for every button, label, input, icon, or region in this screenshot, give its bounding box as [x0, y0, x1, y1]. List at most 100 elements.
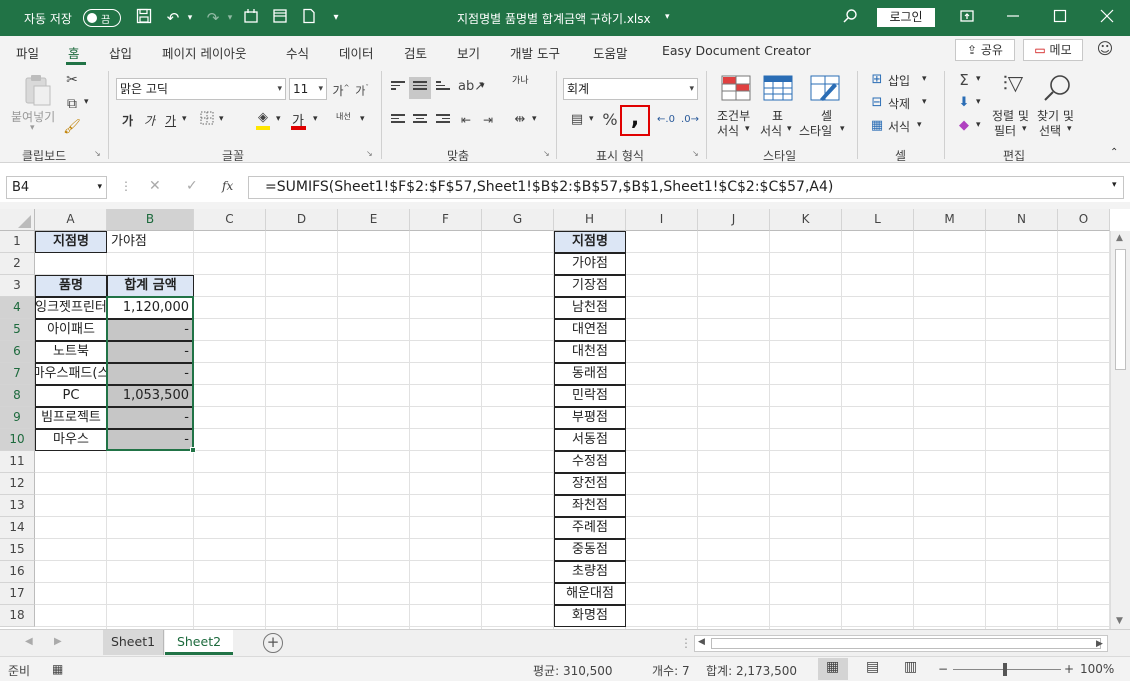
- sheet-tab-sheet2[interactable]: Sheet2: [165, 630, 233, 655]
- cell-amount[interactable]: -: [107, 407, 194, 429]
- new-file-icon[interactable]: [241, 8, 261, 28]
- table-icon[interactable]: [270, 8, 290, 28]
- fill-color-dropdown-icon[interactable]: ▾: [276, 114, 281, 124]
- cell-item-name[interactable]: 마우스: [35, 429, 107, 451]
- formula-input[interactable]: =SUMIFS(Sheet1!$F$2:$F$57,Sheet1!$B$2:$B…: [248, 176, 1124, 199]
- paste-dropdown-icon[interactable]: ▾: [30, 123, 35, 133]
- tab-help[interactable]: 도움말: [593, 43, 628, 62]
- sum-readout[interactable]: 합계: 2,173,500: [706, 662, 797, 679]
- conditional-formatting-label-2[interactable]: 서식: [717, 122, 739, 139]
- accounting-format-icon[interactable]: ▤: [567, 111, 587, 129]
- customize-qat-icon[interactable]: ▾: [326, 8, 346, 28]
- name-box[interactable]: B4 ▾: [6, 176, 107, 199]
- merge-center-icon[interactable]: ⇹: [510, 111, 530, 129]
- format-cells-label[interactable]: 서식: [888, 118, 910, 135]
- expand-formula-bar-icon[interactable]: ▾: [1112, 180, 1117, 190]
- normal-view-icon[interactable]: ▦: [826, 659, 839, 675]
- sort-dropdown-icon[interactable]: ▾: [1022, 124, 1027, 134]
- comments-button[interactable]: ▭ 메모: [1023, 39, 1083, 61]
- copy-icon[interactable]: ⧉: [62, 95, 82, 113]
- cell-branch-name[interactable]: 중동점: [554, 539, 626, 561]
- cell-styles-dropdown-icon[interactable]: ▾: [840, 124, 845, 134]
- find-select-icon[interactable]: [1042, 73, 1072, 103]
- paste-icon[interactable]: [20, 73, 54, 106]
- cell-branch-name[interactable]: 장전점: [554, 473, 626, 495]
- tab-view[interactable]: 보기: [457, 43, 480, 62]
- scroll-up-icon[interactable]: ▲: [1116, 233, 1123, 243]
- horizontal-scroll-thumb[interactable]: [711, 638, 1101, 649]
- sheet-tab-sheet1[interactable]: Sheet1: [103, 630, 164, 655]
- cell-amount[interactable]: -: [107, 341, 194, 363]
- autosum-dropdown-icon[interactable]: ▾: [976, 74, 981, 84]
- sort-filter-icon[interactable]: ⫶▽: [998, 73, 1028, 100]
- increase-decimal-icon[interactable]: ←.0: [656, 111, 676, 129]
- cell-amount[interactable]: -: [107, 363, 194, 385]
- page-layout-view-icon[interactable]: ▤: [866, 659, 879, 675]
- insert-cells-icon[interactable]: ⊞: [867, 71, 887, 89]
- cell-branch-name[interactable]: 동래점: [554, 363, 626, 385]
- clear-icon[interactable]: ◆: [954, 117, 974, 135]
- minimize-icon[interactable]: [1003, 8, 1023, 28]
- number-launcher-icon[interactable]: ↘: [692, 149, 699, 158]
- clear-dropdown-icon[interactable]: ▾: [976, 120, 981, 130]
- save-icon[interactable]: [134, 8, 154, 28]
- tab-home[interactable]: 홈: [68, 43, 80, 62]
- delete-dropdown-icon[interactable]: ▾: [922, 97, 927, 107]
- cell-branch-name[interactable]: 주례점: [554, 517, 626, 539]
- cell-branch-name[interactable]: 대천점: [554, 341, 626, 363]
- tab-file[interactable]: 파일: [16, 43, 39, 62]
- horizontal-scrollbar[interactable]: ◀: [694, 635, 1108, 652]
- cell-amount[interactable]: -: [107, 319, 194, 341]
- ribbon-display-options-icon[interactable]: [957, 8, 977, 28]
- login-button[interactable]: 로그인: [877, 8, 935, 27]
- increase-font-size-icon[interactable]: 가^: [331, 79, 351, 98]
- autosave-toggle[interactable]: 끔: [83, 9, 121, 27]
- zoom-slider-track[interactable]: [953, 669, 1061, 670]
- cell-item-name[interactable]: 마우스패드(스: [35, 363, 107, 385]
- format-dropdown-icon[interactable]: ▾: [917, 120, 922, 130]
- zoom-level[interactable]: 100%: [1080, 662, 1114, 676]
- fill-dropdown-icon[interactable]: ▾: [976, 97, 981, 107]
- insert-cells-label[interactable]: 삽입: [888, 72, 910, 89]
- font-name-combo[interactable]: 맑은 고딕 ▾: [116, 78, 286, 100]
- cell-branch-name[interactable]: 초량점: [554, 561, 626, 583]
- cell-b1-branch[interactable]: 가야점: [107, 231, 194, 253]
- tab-page-layout[interactable]: 페이지 레이아웃: [162, 43, 246, 62]
- underline-dropdown-icon[interactable]: ▾: [182, 114, 187, 124]
- orientation-dropdown-icon[interactable]: ▾: [480, 81, 485, 91]
- decrease-font-size-icon[interactable]: 가ˇ: [352, 79, 372, 98]
- cell-h1-header[interactable]: 지점명: [554, 231, 626, 253]
- bold-button[interactable]: 가: [122, 112, 133, 129]
- copy-dropdown-icon[interactable]: ▾: [84, 97, 89, 107]
- underline-button[interactable]: 가: [165, 112, 176, 129]
- search-icon[interactable]: [840, 8, 860, 28]
- insert-dropdown-icon[interactable]: ▾: [922, 74, 927, 84]
- maximize-icon[interactable]: [1050, 8, 1070, 28]
- feedback-smiley-icon[interactable]: ☺: [1095, 40, 1115, 58]
- clipboard-launcher-icon[interactable]: ↘: [94, 149, 101, 158]
- wrap-text-button[interactable]: 가나: [512, 77, 529, 86]
- vertical-scrollbar[interactable]: ▲ ▼: [1110, 231, 1130, 629]
- scroll-down-icon[interactable]: ▼: [1116, 616, 1123, 626]
- cell-item-name[interactable]: 노트북: [35, 341, 107, 363]
- cell-item-name[interactable]: PC: [35, 385, 107, 407]
- cell-b3-header[interactable]: 합계 금액: [107, 275, 194, 297]
- average-readout[interactable]: 평균: 310,500: [533, 662, 613, 679]
- prev-sheet-icon[interactable]: ◀: [25, 636, 33, 647]
- cell-branch-name[interactable]: 부평점: [554, 407, 626, 429]
- italic-button[interactable]: 가: [144, 112, 155, 129]
- borders-dropdown-icon[interactable]: ▾: [219, 114, 224, 124]
- sort-filter-label-2[interactable]: 필터: [994, 122, 1016, 139]
- scroll-left-icon[interactable]: ◀: [698, 637, 705, 647]
- page-break-view-icon[interactable]: ▥: [904, 659, 917, 675]
- find-select-label-2[interactable]: 선택: [1039, 122, 1061, 139]
- alignment-launcher-icon[interactable]: ↘: [543, 149, 550, 158]
- cell-branch-name[interactable]: 화명점: [554, 605, 626, 627]
- phonetic-dropdown-icon[interactable]: ▾: [360, 114, 365, 124]
- borders-icon[interactable]: [197, 111, 217, 129]
- cancel-entry-icon[interactable]: ✕: [149, 178, 161, 194]
- fill-handle[interactable]: [190, 447, 196, 453]
- zoom-in-icon[interactable]: +: [1064, 662, 1074, 676]
- cell-branch-name[interactable]: 서동점: [554, 429, 626, 451]
- cell-branch-name[interactable]: 좌천점: [554, 495, 626, 517]
